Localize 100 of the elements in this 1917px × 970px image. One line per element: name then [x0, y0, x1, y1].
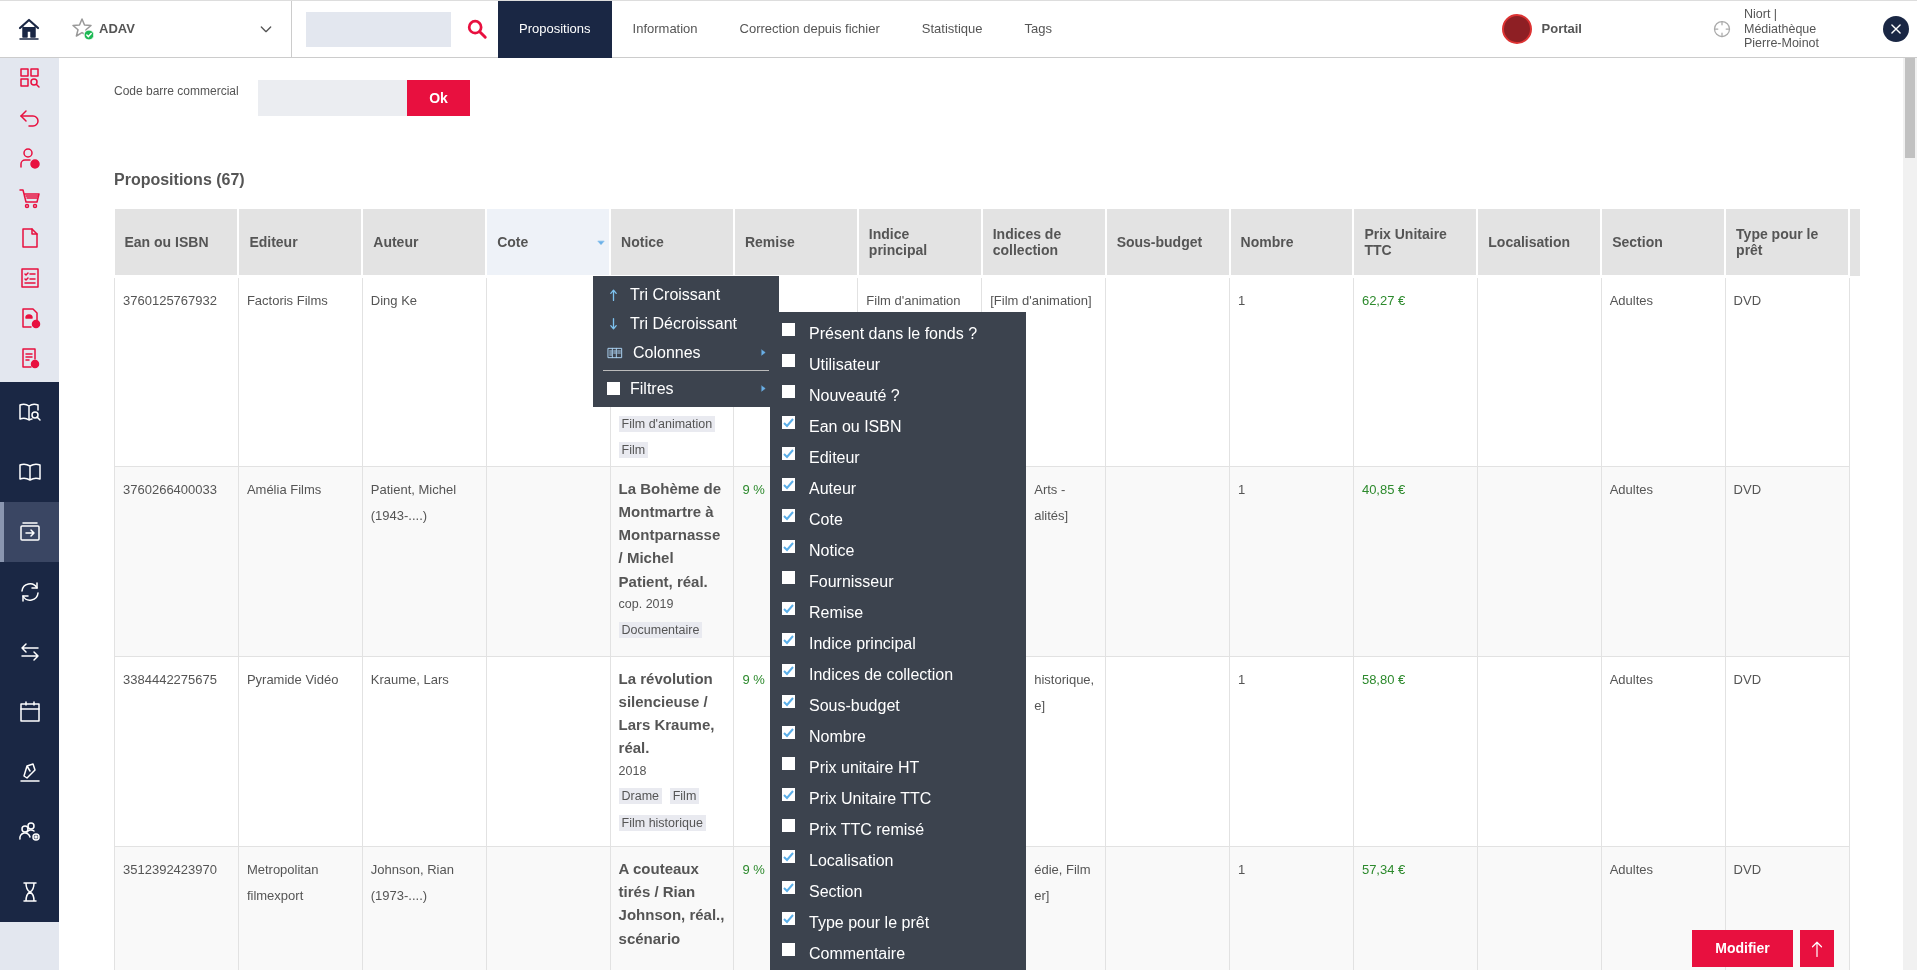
table-cell: DVD	[1733, 292, 1762, 308]
notice-title: A couteaux tirés / Rian Johnson, réal., scénario	[618, 858, 726, 949]
portal-avatar	[1501, 14, 1532, 44]
column-header[interactable]: Localisation	[1477, 209, 1602, 277]
menu-option[interactable]: Prix TTC remisé	[770, 814, 1026, 845]
nav-tab[interactable]: Statistique	[900, 0, 1004, 58]
menu-option[interactable]: Indice principal	[770, 628, 1026, 659]
table-cell: Pyramide Vidéo	[246, 671, 339, 687]
book-search-icon	[17, 400, 42, 424]
menu-option[interactable]: Auteur	[770, 473, 1026, 504]
nav-tab[interactable]: Correction depuis fichier	[718, 0, 901, 58]
checkbox[interactable]	[782, 695, 795, 708]
checkbox[interactable]	[782, 354, 795, 367]
table-cell: Adultes	[1609, 861, 1654, 877]
menu-option[interactable]: Notice	[770, 535, 1026, 566]
column-header[interactable]: Indice principal	[857, 209, 982, 277]
column-header[interactable]: Section	[1601, 209, 1726, 277]
table-cell: 1	[1238, 292, 1246, 308]
close-button[interactable]	[1883, 16, 1909, 42]
checkbox[interactable]	[782, 881, 795, 894]
menu-option[interactable]: Nombre	[770, 721, 1026, 752]
menu-option[interactable]: Fournisseur	[770, 566, 1026, 597]
table-cell: 3512392423970	[123, 861, 217, 877]
checkbox[interactable]	[782, 540, 795, 553]
menu-option[interactable]: Editeur	[770, 442, 1026, 473]
checkbox[interactable]	[782, 788, 795, 801]
column-header[interactable]: Nombre	[1229, 209, 1354, 277]
checkbox[interactable]	[782, 664, 795, 677]
column-header[interactable]: Sous-budget	[1105, 209, 1230, 277]
home-icon[interactable]	[17, 17, 41, 42]
search-field[interactable]	[306, 11, 451, 47]
field-label: Code barre commercial	[114, 83, 240, 100]
notice-title: La révolution silencieuse / Lars Kraume, réal.	[618, 668, 716, 759]
table-cell: 9 %	[742, 671, 765, 687]
column-header[interactable]: Editeur	[238, 209, 363, 277]
menu-option[interactable]: Indices de collection	[770, 659, 1026, 690]
column-header[interactable]: Remise	[733, 209, 858, 277]
checkbox[interactable]	[782, 416, 795, 429]
column-header[interactable]: Prix Unitaire TTC	[1353, 209, 1478, 277]
checkbox[interactable]	[782, 819, 795, 832]
ok-button[interactable]: Ok	[407, 80, 470, 116]
checkbox[interactable]	[782, 602, 795, 615]
menu-option[interactable]: Prix Unitaire TTC	[770, 783, 1026, 814]
menu-item[interactable]: Tri Croissant	[593, 280, 779, 309]
table-cell: Metropolitan filmexport	[246, 861, 319, 903]
checkbox[interactable]	[782, 571, 795, 584]
column-header[interactable]: Indices de collection	[981, 209, 1106, 277]
portal-link[interactable]: Portail	[1541, 19, 1582, 39]
menu-option[interactable]: Sous-budget	[770, 690, 1026, 721]
menu-option[interactable]: Commentaire	[770, 938, 1026, 969]
checkbox[interactable]	[782, 757, 795, 770]
checkbox[interactable]	[782, 850, 795, 863]
notice-title: La Bohème de Montmartre à Montparnasse / Michel Patient, réal.	[618, 478, 723, 592]
checkbox[interactable]	[607, 382, 620, 395]
scroll-top-button[interactable]	[1800, 930, 1834, 967]
table-cell: Amélia Films	[246, 481, 322, 497]
checkbox[interactable]	[782, 447, 795, 460]
table-cell: 1	[1238, 861, 1246, 877]
genre-tag: Film	[669, 788, 700, 805]
sidebar-item[interactable]	[0, 502, 59, 562]
column-header[interactable]: Notice	[610, 209, 734, 277]
table-cell: 40,85 €	[1361, 481, 1406, 497]
menu-option[interactable]: Remise	[770, 597, 1026, 628]
column-header[interactable]: Ean ou ISBN	[114, 209, 239, 277]
table-cell: 3384442275675	[123, 671, 217, 687]
table-cell: Johnson, Rian (1973-....)	[370, 861, 454, 903]
caret-right-icon	[760, 348, 767, 357]
checkbox[interactable]	[782, 726, 795, 739]
column-header[interactable]: Type pour le prêt	[1725, 209, 1849, 277]
menu-option[interactable]: Ean ou ISBN	[770, 411, 1026, 442]
checkbox[interactable]	[782, 633, 795, 646]
arrow-up-icon	[607, 286, 620, 303]
table-cell: DVD	[1733, 671, 1762, 687]
menu-option[interactable]: Type pour le prêt	[770, 907, 1026, 938]
checkbox[interactable]	[782, 385, 795, 398]
nav-tab[interactable]: Propositions	[498, 0, 612, 58]
table-cell: DVD	[1733, 861, 1762, 877]
checkbox[interactable]	[782, 323, 795, 336]
genre-tag: Documentaire	[618, 621, 703, 638]
nav-tab[interactable]: Information	[611, 0, 719, 58]
column-header[interactable]: Auteur	[362, 209, 487, 277]
search-icon[interactable]	[466, 18, 488, 40]
genre-tag: Film	[618, 441, 649, 458]
column-header[interactable]: Cote	[486, 209, 611, 277]
nav-tab[interactable]: Tags	[1003, 0, 1073, 58]
menu-option[interactable]: Section	[770, 876, 1026, 907]
table-cell: Adultes	[1609, 671, 1654, 687]
location-label: Niort | Médiathèque Pierre-Moinot	[1744, 7, 1821, 51]
edit-button[interactable]: Modifier	[1692, 930, 1793, 967]
barcode-field[interactable]	[258, 80, 407, 116]
checkbox[interactable]	[782, 943, 795, 956]
grid-search-icon	[17, 66, 42, 90]
menu-option[interactable]: Cote	[770, 504, 1026, 535]
table-cell: 62,27 €	[1361, 292, 1406, 308]
checkbox[interactable]	[782, 912, 795, 925]
checkbox[interactable]	[782, 509, 795, 522]
menu-option[interactable]: Prix unitaire HT	[770, 752, 1026, 783]
menu-option[interactable]: Localisation	[770, 845, 1026, 876]
checkbox[interactable]	[782, 478, 795, 491]
table-cell-text: Arts - alités]	[1033, 480, 1070, 525]
